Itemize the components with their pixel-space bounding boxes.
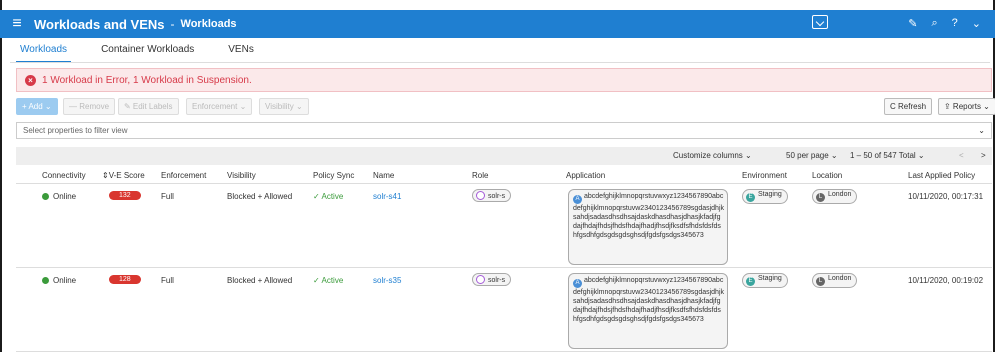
- role-label-text: solr-s: [488, 277, 506, 284]
- enforcement-value: Full: [161, 276, 174, 285]
- chevron-down-icon[interactable]: ⌄: [972, 17, 981, 30]
- workload-name-link[interactable]: solr-s35: [373, 276, 401, 285]
- last-applied-policy-value: 10/11/2020, 00:19:02: [908, 276, 984, 285]
- table-row[interactable]: Online 132 Full Blocked + Allowed ✓ Acti…: [16, 184, 992, 268]
- col-visibility[interactable]: Visibility: [227, 171, 256, 180]
- location-label-pill: L London: [812, 273, 858, 288]
- tab-container-workloads[interactable]: Container Workloads: [97, 39, 198, 63]
- col-name[interactable]: Name: [373, 171, 394, 180]
- title-separator: -: [170, 17, 175, 31]
- role-label-text: solr-s: [488, 193, 506, 200]
- edit-icon[interactable]: ✎: [908, 17, 917, 30]
- environment-label-text: Staging: [758, 191, 782, 198]
- application-label-pill: Aabcdefghijklmnopqrstuvwxyz1234567890abc…: [568, 189, 728, 265]
- environment-icon: E: [746, 277, 755, 286]
- alert-text: 1 Workload in Error, 1 Workload in Suspe…: [42, 74, 252, 86]
- tabs: Workloads Container Workloads VENs: [16, 39, 258, 63]
- filter-input[interactable]: Select properties to filter view ⌄: [16, 122, 992, 139]
- page-title: Workloads and VENs: [34, 16, 165, 32]
- location-icon: L: [816, 193, 825, 202]
- search-icon[interactable]: ⌕: [931, 17, 937, 30]
- pagination-bar: Customize columns ⌄ 50 per page ⌄ 1 – 50…: [16, 147, 992, 165]
- tab-workloads[interactable]: Workloads: [16, 39, 72, 63]
- prev-page-icon[interactable]: <: [959, 151, 964, 160]
- toolbar: + Add ⌄ — Remove ✎ Edit Labels Enforceme…: [16, 98, 995, 116]
- refresh-button[interactable]: C Refresh: [884, 98, 933, 115]
- role-label-pill: solr-s: [472, 273, 512, 286]
- col-application[interactable]: Application: [566, 171, 605, 180]
- col-environment[interactable]: Environment: [742, 171, 787, 180]
- edit-labels-button[interactable]: ✎ Edit Labels: [118, 98, 179, 115]
- location-label-text: London: [828, 191, 852, 198]
- chevron-down-icon[interactable]: ⌄: [978, 123, 985, 138]
- add-button[interactable]: + Add ⌄: [16, 98, 58, 115]
- table-header: Connectivity ⇕V-E Score Enforcement Visi…: [16, 167, 992, 184]
- workload-name-link[interactable]: solr-s41: [373, 192, 401, 201]
- reports-button[interactable]: ⇪ Reports ⌄: [938, 98, 995, 115]
- role-icon: [476, 275, 485, 284]
- table-row[interactable]: Online 128 Full Blocked + Allowed ✓ Acti…: [16, 268, 992, 352]
- remove-button[interactable]: — Remove: [63, 98, 116, 115]
- tab-divider: [10, 62, 990, 63]
- enforcement-value: Full: [161, 192, 174, 201]
- visibility-value: Blocked + Allowed: [227, 192, 293, 201]
- top-bar: ≡ Workloads and VENs - Workloads ✎ ⌕ ? ⌄: [0, 10, 995, 38]
- environment-icon: E: [746, 193, 755, 202]
- role-label-pill: solr-s: [472, 189, 512, 202]
- location-label-text: London: [828, 275, 852, 282]
- ve-score-badge: 128: [109, 275, 141, 284]
- per-page-select[interactable]: 50 per page ⌄: [786, 151, 838, 160]
- tab-vens[interactable]: VENs: [224, 39, 258, 63]
- online-dot-icon: [42, 193, 49, 200]
- location-icon: L: [816, 277, 825, 286]
- connectivity-text: Online: [53, 192, 77, 201]
- connectivity-status: Online: [42, 276, 76, 285]
- application-label-text: abcdefghijklmnopqrstuvwxyz1234567890abcd…: [573, 277, 724, 323]
- error-alert: × 1 Workload in Error, 1 Workload in Sus…: [16, 68, 992, 92]
- application-label-pill: Aabcdefghijklmnopqrstuvwxyz1234567890abc…: [568, 273, 728, 349]
- help-icon[interactable]: ?: [952, 17, 958, 30]
- col-connectivity[interactable]: Connectivity: [42, 171, 86, 180]
- hamburger-menu-icon[interactable]: ≡: [0, 10, 34, 38]
- next-page-icon[interactable]: >: [981, 151, 986, 160]
- page-subtitle: Workloads: [180, 18, 237, 30]
- col-last-applied-policy[interactable]: Last Applied Policy: [908, 171, 975, 180]
- application-label-text: abcdefghijklmnopqrstuvwxyz1234567890abcd…: [573, 193, 724, 239]
- online-dot-icon: [42, 277, 49, 284]
- filter-placeholder: Select properties to filter view: [23, 126, 128, 135]
- visibility-button[interactable]: Visibility ⌄: [259, 98, 309, 115]
- ve-score-badge: 132: [109, 191, 141, 200]
- application-icon: A: [573, 195, 582, 204]
- role-icon: [476, 191, 485, 200]
- application-icon: A: [573, 279, 582, 288]
- customize-columns-button[interactable]: Customize columns ⌄: [673, 151, 752, 160]
- col-location[interactable]: Location: [812, 171, 842, 180]
- monitor-icon[interactable]: [812, 15, 828, 29]
- error-icon: ×: [25, 74, 36, 86]
- col-ve-score[interactable]: ⇕V-E Score: [102, 171, 145, 180]
- policy-sync-value: ✓ Active: [313, 276, 344, 285]
- visibility-value: Blocked + Allowed: [227, 276, 293, 285]
- last-applied-policy-value: 10/11/2020, 00:17:31: [908, 192, 984, 201]
- enforcement-button[interactable]: Enforcement ⌄: [186, 98, 253, 115]
- col-policy-sync[interactable]: Policy Sync: [313, 171, 354, 180]
- environment-label-pill: E Staging: [742, 273, 788, 288]
- connectivity-status: Online: [42, 192, 76, 201]
- location-label-pill: L London: [812, 189, 858, 204]
- environment-label-pill: E Staging: [742, 189, 788, 204]
- col-role[interactable]: Role: [472, 171, 488, 180]
- connectivity-text: Online: [53, 276, 77, 285]
- pagination-range[interactable]: 1 – 50 of 547 Total ⌄: [850, 151, 925, 160]
- col-enforcement[interactable]: Enforcement: [161, 171, 206, 180]
- environment-label-text: Staging: [758, 275, 782, 282]
- policy-sync-value: ✓ Active: [313, 192, 344, 201]
